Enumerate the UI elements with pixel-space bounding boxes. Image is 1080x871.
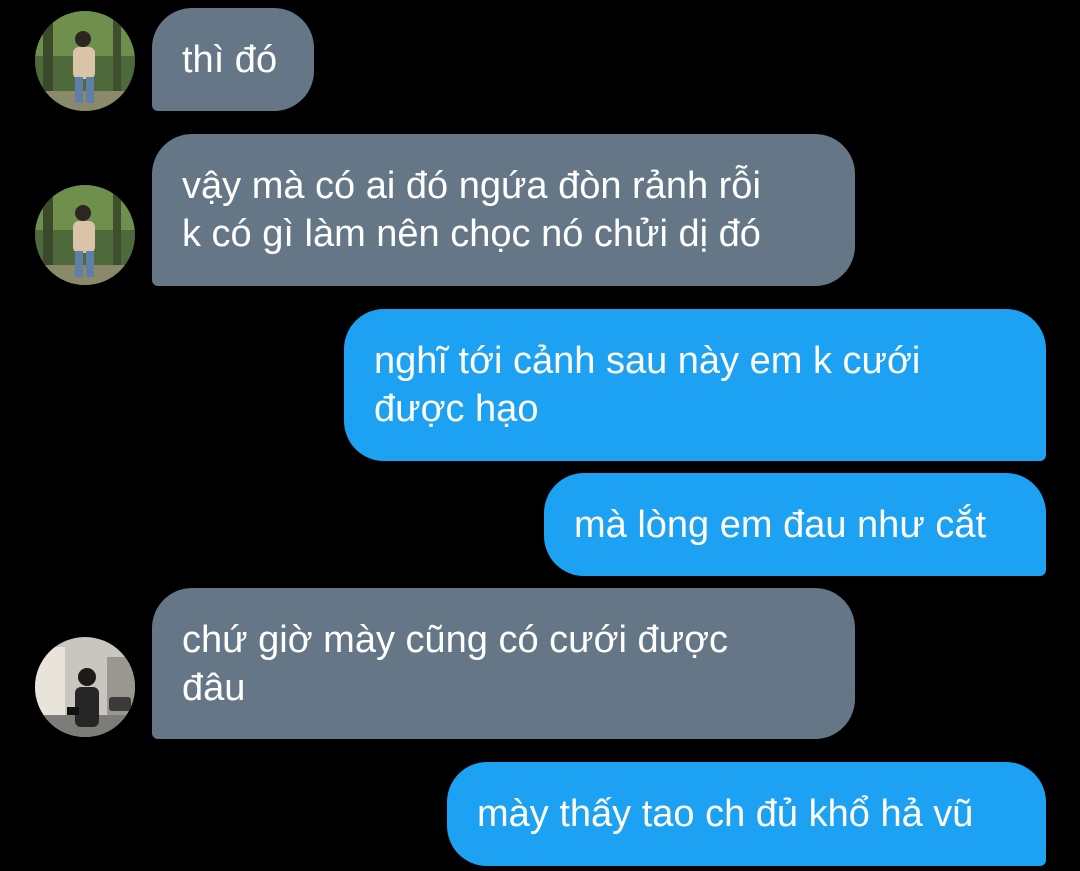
chat-conversation: { "colors": { "background": "#000000", "… bbox=[0, 0, 1080, 871]
avatar-photo-park bbox=[35, 11, 135, 111]
message-text: chứ giờ mày cũng có cưới được đâu bbox=[182, 618, 729, 709]
contact-avatar[interactable] bbox=[35, 11, 135, 111]
message-text: nghĩ tới cảnh sau này em k cưới được hạo bbox=[374, 340, 921, 430]
contact-avatar[interactable] bbox=[35, 185, 135, 285]
message-bubble-outgoing[interactable]: nghĩ tới cảnh sau này em k cưới được hạo bbox=[344, 309, 1046, 461]
message-bubble-incoming[interactable]: chứ giờ mày cũng có cưới được đâu bbox=[152, 588, 855, 739]
message-bubble-incoming[interactable]: vậy mà có ai đó ngứa đòn rảnh rỗi k có g… bbox=[152, 134, 855, 286]
message-bubble-outgoing[interactable]: mà lòng em đau như cắt bbox=[544, 473, 1046, 576]
message-bubble-incoming[interactable]: thì đó bbox=[152, 8, 314, 111]
message-text: mà lòng em đau như cắt bbox=[574, 503, 987, 546]
contact-avatar[interactable] bbox=[35, 637, 135, 737]
avatar-photo-park bbox=[35, 185, 135, 285]
avatar-photo-street bbox=[35, 637, 135, 737]
message-text: mày thấy tao ch đủ khổ hả vũ bbox=[477, 793, 974, 835]
message-bubble-outgoing[interactable]: mày thấy tao ch đủ khổ hả vũ bbox=[447, 762, 1046, 866]
message-text: thì đó bbox=[182, 38, 278, 81]
message-text: vậy mà có ai đó ngứa đòn rảnh rỗi k có g… bbox=[182, 165, 761, 255]
